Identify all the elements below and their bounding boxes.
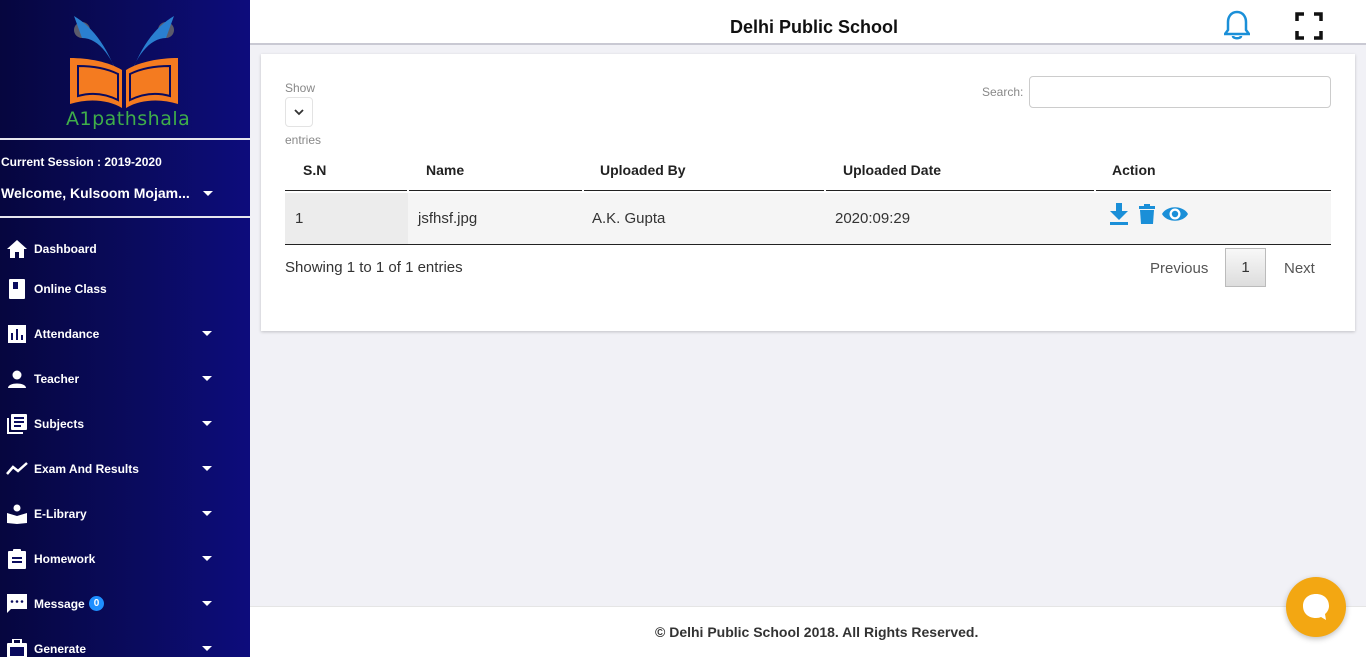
chat-button[interactable] (1286, 577, 1346, 637)
bar-chart-icon (6, 323, 28, 345)
entries-select[interactable] (285, 97, 313, 127)
sidebar-item-label: Homework (34, 551, 96, 566)
chevron-down-icon (202, 421, 212, 426)
cell-uploaded-date: 2020:09:29 (835, 210, 911, 227)
book-icon (6, 278, 28, 300)
sidebar-item-subjects[interactable]: Subjects (0, 401, 250, 446)
uploads-card: Show entries Search: S.N Name Uploaded B… (261, 54, 1355, 331)
sidebar-item-generate[interactable]: Generate (0, 626, 250, 657)
sidebar-item-online-class[interactable]: Online Class (0, 266, 250, 311)
search-input[interactable] (1029, 76, 1331, 108)
sn-cell-bg (285, 193, 408, 244)
sidebar-item-label: Message (34, 596, 85, 611)
chevron-down-icon (202, 331, 212, 336)
table-row: 1 jsfhsf.jpg A.K. Gupta 2020:09:29 (285, 193, 1331, 245)
current-session: Current Session : 2019-2020 (1, 155, 162, 169)
sidebar-nav: Dashboard Online Class Attendance Teache… (0, 226, 250, 657)
sidebar-item-teacher[interactable]: Teacher (0, 356, 250, 401)
sidebar-item-e-library[interactable]: E-Library (0, 491, 250, 536)
reader-icon (6, 503, 28, 525)
row-actions (1109, 203, 1189, 230)
download-icon[interactable] (1109, 203, 1129, 230)
sidebar-item-dashboard[interactable]: Dashboard (0, 226, 250, 271)
sidebar-item-label: Subjects (34, 416, 85, 431)
page-1-button[interactable]: 1 (1225, 248, 1266, 287)
top-header: Delhi Public School (250, 0, 1366, 45)
sidebar-item-message[interactable]: Message 0 (0, 581, 250, 626)
chevron-down-icon (203, 191, 213, 196)
column-header-name[interactable]: Name (409, 151, 582, 191)
view-icon[interactable] (1161, 204, 1189, 229)
library-icon (6, 413, 28, 435)
column-header-uploaded-by[interactable]: Uploaded By (584, 151, 824, 191)
search-label: Search: (982, 85, 1024, 99)
message-count-badge: 0 (88, 596, 105, 611)
sidebar-item-attendance[interactable]: Attendance (0, 311, 250, 356)
column-header-uploaded-date[interactable]: Uploaded Date (826, 151, 1094, 191)
divider (0, 216, 250, 218)
previous-page-button[interactable]: Previous (1150, 260, 1208, 277)
person-icon (6, 368, 28, 390)
logo-icon (70, 16, 178, 108)
chevron-down-icon (202, 556, 212, 561)
bell-icon[interactable] (1222, 10, 1252, 45)
clipboard-icon (6, 548, 28, 570)
copyright-text: © Delhi Public School 2018. All Rights R… (655, 624, 979, 640)
sidebar-item-exam-and-results[interactable]: Exam And Results (0, 446, 250, 491)
sidebar-item-label: Exam And Results (34, 461, 139, 476)
entries-label: entries (285, 133, 322, 147)
welcome-text: Welcome, Kulsoom Mojam... (1, 185, 190, 201)
cell-sn: 1 (295, 210, 304, 227)
delete-icon[interactable] (1139, 204, 1155, 229)
sidebar-item-homework[interactable]: Homework (0, 536, 250, 581)
chevron-down-icon (202, 601, 212, 606)
page-title: Delhi Public School (730, 17, 899, 37)
user-menu[interactable]: Welcome, Kulsoom Mojam... (1, 185, 241, 201)
briefcase-icon (6, 638, 28, 657)
logo: A1pathshala (0, 0, 250, 140)
fullscreen-icon[interactable] (1295, 12, 1323, 45)
sidebar-item-label: Generate (34, 641, 87, 656)
cell-uploaded-by: A.K. Gupta (592, 210, 666, 227)
home-icon (6, 238, 28, 260)
chevron-down-icon (202, 376, 212, 381)
sidebar: A1pathshala Current Session : 2019-2020 … (0, 0, 250, 657)
show-label: Show (285, 81, 316, 95)
cell-name: jsfhsf.jpg (418, 210, 478, 227)
next-page-button[interactable]: Next (1284, 260, 1315, 277)
column-header-sn[interactable]: S.N (285, 151, 407, 191)
logo-text: A1pathshala (66, 108, 191, 130)
table-info: Showing 1 to 1 of 1 entries (285, 259, 463, 276)
sidebar-item-label: Online Class (34, 281, 107, 296)
chevron-down-icon (202, 511, 212, 516)
column-header-action[interactable]: Action (1096, 151, 1331, 191)
footer: © Delhi Public School 2018. All Rights R… (250, 606, 1366, 657)
chat-bubble-icon (1303, 594, 1329, 620)
sidebar-item-label: Attendance (34, 326, 100, 341)
sidebar-item-label: Dashboard (34, 241, 97, 256)
chevron-down-icon (202, 466, 212, 471)
trend-line-icon (6, 458, 28, 480)
sidebar-item-label: E-Library (34, 506, 87, 521)
chevron-down-icon (294, 108, 304, 115)
message-icon (6, 593, 28, 615)
sidebar-item-label: Teacher (34, 371, 80, 386)
chevron-down-icon (202, 646, 212, 651)
